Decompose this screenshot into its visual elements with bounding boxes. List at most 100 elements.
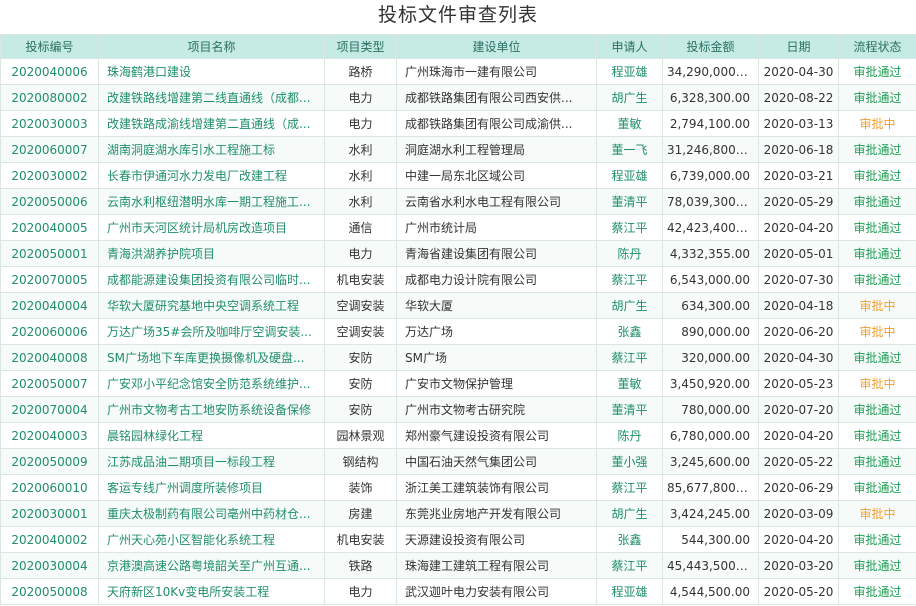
project-name-link[interactable]: 华软大厦研究基地中央空调系统工程 — [98, 292, 325, 319]
bid-id-cell: 2020050001 — [0, 240, 99, 267]
project-name-link[interactable]: SM广场地下车库更换摄像机及硬盘... — [98, 344, 325, 371]
column-header-project-type[interactable]: 项目类型 — [324, 34, 397, 59]
project-name-link[interactable]: 晨铭园林绿化工程 — [98, 422, 325, 449]
bid-id-cell: 2020060010 — [0, 474, 99, 501]
project-name-link[interactable]: 重庆太极制药有限公司亳州中药材仓... — [98, 500, 325, 527]
bid-amount-cell: 6,543,000.00 — [662, 266, 759, 293]
project-name-link[interactable]: 珠海鹤港口建设 — [98, 58, 325, 85]
table-row[interactable]: 2020030001 重庆太极制药有限公司亳州中药材仓... 房建 东莞兆业房地产开发… — [0, 500, 916, 527]
bid-amount-cell: 45,443,500.00 — [662, 552, 759, 579]
project-name-link[interactable]: 客运专线广州调度所装修项目 — [98, 474, 325, 501]
project-name-link[interactable]: 长春市伊通河水力发电厂改建工程 — [98, 162, 325, 189]
date-cell: 2020-05-29 — [758, 188, 839, 215]
table-row[interactable]: 2020050001 青海洪湖养护院项目 电力 青海省建设集团有限公司 陈丹 4,332,… — [0, 240, 916, 267]
column-header-bid-amount[interactable]: 投标金额 — [662, 34, 759, 59]
table-body: 2020040006 珠海鹤港口建设 路桥 广州珠海市一建有限公司 程亚雄 34,290,… — [0, 58, 916, 605]
status-badge: 审批通过 — [838, 552, 916, 579]
status-badge: 审批通过 — [838, 448, 916, 475]
table-row[interactable]: 2020070005 成都能源建设集团投资有限公司临时... 机电安装 成都电力设计院… — [0, 266, 916, 293]
date-cell: 2020-04-20 — [758, 526, 839, 553]
table-row[interactable]: 2020030002 长春市伊通河水力发电厂改建工程 水利 中建一局东北区域公司 程亚雄… — [0, 162, 916, 189]
date-cell: 2020-05-01 — [758, 240, 839, 267]
bid-amount-cell: 34,290,000.00 — [662, 58, 759, 85]
table-row[interactable]: 2020050008 天府新区10Kv变电所安装工程 电力 武汉迦叶电力安装有限公司程… — [0, 578, 916, 605]
applicant-cell: 董清平 — [596, 396, 663, 423]
column-header-status[interactable]: 流程状态 — [838, 34, 916, 59]
project-name-link[interactable]: 云南水利枢纽潜明水库一期工程施工... — [98, 188, 325, 215]
project-name-link[interactable]: 京港澳高速公路粤境韶关至广州互通... — [98, 552, 325, 579]
project-type-cell: 空调安装 — [324, 318, 397, 345]
construction-unit-cell: 广安市文物保护管理 — [396, 370, 597, 397]
project-name-link[interactable]: 湖南洞庭湖水库引水工程施工标 — [98, 136, 325, 163]
bid-amount-cell: 2,794,100.00 — [662, 110, 759, 137]
table-row[interactable]: 2020040008 SM广场地下车库更换摄像机及硬盘... 安防 SM广场 蔡江平 32… — [0, 344, 916, 371]
project-name-link[interactable]: 青海洪湖养护院项目 — [98, 240, 325, 267]
project-name-link[interactable]: 天府新区10Kv变电所安装工程 — [98, 578, 325, 605]
table-row[interactable]: 2020040006 珠海鹤港口建设 路桥 广州珠海市一建有限公司 程亚雄 34,290,… — [0, 58, 916, 85]
project-name-link[interactable]: 改建铁路成渝线增建第二直通线（成... — [98, 110, 325, 137]
table-row[interactable]: 2020040003 晨铭园林绿化工程 园林景观 郑州豪气建设投资有限公司 陈丹 6,78… — [0, 422, 916, 449]
table-row[interactable]: 2020060007 湖南洞庭湖水库引水工程施工标 水利 洞庭湖水利工程管理局 董一飞 3… — [0, 136, 916, 163]
project-name-link[interactable]: 广州市文物考古工地安防系统设备保修 — [98, 396, 325, 423]
table-row[interactable]: 2020070004 广州市文物考古工地安防系统设备保修 安防 广州市文物考古研究院董… — [0, 396, 916, 423]
bid-id-cell: 2020060006 — [0, 318, 99, 345]
column-header-date[interactable]: 日期 — [758, 34, 839, 59]
date-cell: 2020-04-20 — [758, 422, 839, 449]
bid-amount-cell: 31,246,800.00 — [662, 136, 759, 163]
bid-id-cell: 2020040008 — [0, 344, 99, 371]
project-type-cell: 装饰 — [324, 474, 397, 501]
table-row[interactable]: 2020050006 云南水利枢纽潜明水库一期工程施工... 水利 云南省水利水电工程… — [0, 188, 916, 215]
date-cell: 2020-05-23 — [758, 370, 839, 397]
construction-unit-cell: 中建一局东北区域公司 — [396, 162, 597, 189]
bid-id-cell: 2020050007 — [0, 370, 99, 397]
bid-id-cell: 2020040004 — [0, 292, 99, 319]
bid-id-cell: 2020050008 — [0, 578, 99, 605]
project-name-link[interactable]: 江苏成品油二期项目一标段工程 — [98, 448, 325, 475]
project-name-link[interactable]: 改建铁路线增建第二线直通线（成都... — [98, 84, 325, 111]
table-row[interactable]: 2020060010 客运专线广州调度所装修项目 装饰 浙江美工建筑装饰有限公司 蔡江平… — [0, 474, 916, 501]
project-name-link[interactable]: 广安邓小平纪念馆安全防范系统维护... — [98, 370, 325, 397]
table-row[interactable]: 2020080002 改建铁路线增建第二线直通线（成都... 电力 成都铁路集团有限公… — [0, 84, 916, 111]
project-name-link[interactable]: 万达广场35#会所及咖啡厅空调安装... — [98, 318, 325, 345]
construction-unit-cell: 洞庭湖水利工程管理局 — [396, 136, 597, 163]
construction-unit-cell: 东莞兆业房地产开发有限公司 — [396, 500, 597, 527]
table-header-row: 投标编号 项目名称 项目类型 建设单位 申请人 投标金额 日期 流程状态 — [0, 34, 916, 59]
status-badge: 审批通过 — [838, 188, 916, 215]
table-row[interactable]: 2020060006 万达广场35#会所及咖啡厅空调安装... 空调安装 万达广场 张鑫… — [0, 318, 916, 345]
project-name-link[interactable]: 广州市天河区统计局机房改造项目 — [98, 214, 325, 241]
table-row[interactable]: 2020030003 改建铁路成渝线增建第二直通线（成... 电力 成都铁路集团有限公… — [0, 110, 916, 137]
construction-unit-cell: 华软大厦 — [396, 292, 597, 319]
construction-unit-cell: 广州市统计局 — [396, 214, 597, 241]
bid-id-cell: 2020030004 — [0, 552, 99, 579]
bid-amount-cell: 3,245,600.00 — [662, 448, 759, 475]
table-row[interactable]: 2020050009 江苏成品油二期项目一标段工程 钢结构 中国石油天然气集团公司 董小… — [0, 448, 916, 475]
status-badge: 审批中 — [838, 292, 916, 319]
project-type-cell: 钢结构 — [324, 448, 397, 475]
applicant-cell: 董敏 — [596, 370, 663, 397]
date-cell: 2020-05-22 — [758, 448, 839, 475]
project-name-link[interactable]: 广州天心苑小区智能化系统工程 — [98, 526, 325, 553]
bid-id-cell: 2020070005 — [0, 266, 99, 293]
bid-id-cell: 2020080002 — [0, 84, 99, 111]
project-name-link[interactable]: 成都能源建设集团投资有限公司临时... — [98, 266, 325, 293]
table-row[interactable]: 2020050007 广安邓小平纪念馆安全防范系统维护... 安防 广安市文物保护管理… — [0, 370, 916, 397]
table-row[interactable]: 2020030004 京港澳高速公路粤境韶关至广州互通... 铁路 珠海建工建筑工程有… — [0, 552, 916, 579]
project-type-cell: 房建 — [324, 500, 397, 527]
column-header-project-name[interactable]: 项目名称 — [98, 34, 325, 59]
table-row[interactable]: 2020040002 广州天心苑小区智能化系统工程 机电安装 天源建设投资有限公司 张鑫… — [0, 526, 916, 553]
column-header-bid-id[interactable]: 投标编号 — [0, 34, 99, 59]
applicant-cell: 陈丹 — [596, 240, 663, 267]
bid-amount-cell: 4,332,355.00 — [662, 240, 759, 267]
bid-amount-cell: 6,780,000.00 — [662, 422, 759, 449]
bid-id-cell: 2020030001 — [0, 500, 99, 527]
column-header-applicant[interactable]: 申请人 — [596, 34, 663, 59]
status-badge: 审批通过 — [838, 474, 916, 501]
table-row[interactable]: 2020040005 广州市天河区统计局机房改造项目 通信 广州市统计局 蔡江平 42,4… — [0, 214, 916, 241]
column-header-construction-unit[interactable]: 建设单位 — [396, 34, 597, 59]
construction-unit-cell: 成都电力设计院有限公司 — [396, 266, 597, 293]
date-cell: 2020-03-13 — [758, 110, 839, 137]
construction-unit-cell: 云南省水利水电工程有限公司 — [396, 188, 597, 215]
construction-unit-cell: 浙江美工建筑装饰有限公司 — [396, 474, 597, 501]
applicant-cell: 程亚雄 — [596, 58, 663, 85]
table-row[interactable]: 2020040004 华软大厦研究基地中央空调系统工程 空调安装 华软大厦 胡广生 634… — [0, 292, 916, 319]
